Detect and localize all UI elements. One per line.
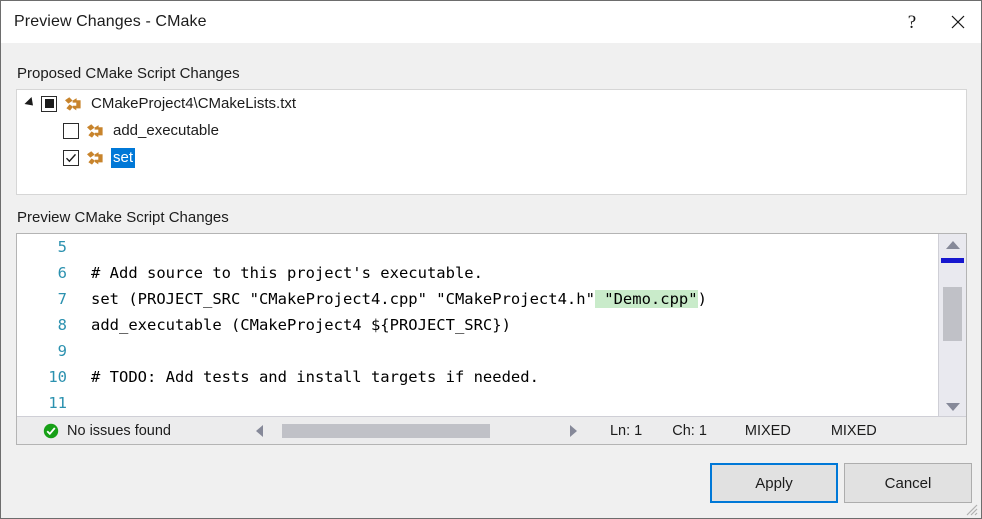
vertical-scrollbar[interactable] xyxy=(938,234,966,417)
line-number: 8 xyxy=(17,312,73,338)
chevron-right-icon xyxy=(570,425,577,437)
code-line: 6 # Add source to this project's executab… xyxy=(17,260,938,286)
preview-changes-label: Preview CMake Script Changes xyxy=(17,209,229,226)
code-line-text: set (PROJECT_SRC "CMakeProject4.cpp" "CM… xyxy=(73,286,707,312)
close-icon xyxy=(950,14,966,30)
code-text-segment: # TODO: Add tests and install targets if… xyxy=(91,368,539,386)
code-line-text: add_executable (CMakeProject4 ${PROJECT_… xyxy=(73,312,511,338)
change-marker-indicator xyxy=(941,258,964,263)
apply-button[interactable]: Apply xyxy=(710,463,838,503)
code-line-text: # Add source to this project's executabl… xyxy=(73,260,483,286)
code-line: 10 # TODO: Add tests and install targets … xyxy=(17,364,938,390)
scroll-up-button[interactable] xyxy=(939,234,966,255)
tree-item-label: add_executable xyxy=(111,121,221,141)
tree-checkbox-partial[interactable] xyxy=(41,96,57,112)
horizontal-scrollbar[interactable] xyxy=(252,422,582,440)
code-viewer[interactable]: 56 # Add source to this project's executa… xyxy=(17,234,938,417)
line-number: 6 xyxy=(17,260,73,286)
window-title: Preview Changes - CMake xyxy=(14,13,207,31)
proposed-changes-label: Proposed CMake Script Changes xyxy=(17,65,240,82)
help-button[interactable]: ? xyxy=(889,1,935,43)
cancel-button[interactable]: Cancel xyxy=(844,463,972,503)
line-number: 11 xyxy=(17,390,73,416)
no-issues-text: No issues found xyxy=(67,423,171,439)
chevron-left-icon xyxy=(256,425,263,437)
code-line: 7 set (PROJECT_SRC "CMakeProject4.cpp" "C… xyxy=(17,286,938,312)
code-text-segment: set (PROJECT_SRC "CMakeProject4.cpp" "CM… xyxy=(91,290,595,308)
code-text-segment: ) xyxy=(698,290,707,308)
caption-button-group: ? xyxy=(889,1,981,43)
tree-checkbox-unchecked[interactable] xyxy=(63,123,79,139)
resize-grip-icon[interactable] xyxy=(964,502,978,516)
tree-row[interactable]: add_executable xyxy=(17,117,966,144)
tree-row[interactable]: set xyxy=(17,144,966,171)
chevron-down-icon xyxy=(24,96,36,108)
preview-editor-panel: 56 # Add source to this project's executa… xyxy=(16,233,967,445)
tree-item-label-selected: set xyxy=(111,148,135,168)
tree-item-label: CMakeProject4\CMakeLists.txt xyxy=(89,94,298,114)
vertical-scrollbar-thumb[interactable] xyxy=(943,287,962,341)
cmake-function-icon xyxy=(86,150,105,166)
code-line: 8 add_executable (CMakeProject4 ${PROJECT… xyxy=(17,312,938,338)
preview-changes-dialog: Preview Changes - CMake ? Proposed CMake… xyxy=(0,0,982,519)
scroll-left-button[interactable] xyxy=(252,425,268,437)
line-number: 7 xyxy=(17,286,73,312)
code-line-text: # TODO: Add tests and install targets if… xyxy=(73,364,539,390)
code-text-segment: # Add source to this project's executabl… xyxy=(91,264,483,282)
title-bar: Preview Changes - CMake ? xyxy=(1,1,981,43)
encoding-indicator: MIXED xyxy=(745,423,791,439)
scroll-right-button[interactable] xyxy=(566,425,582,437)
tree-row[interactable]: CMakeProject4\CMakeLists.txt xyxy=(17,90,966,117)
code-line: 9 xyxy=(17,338,938,364)
column-indicator: Ch: 1 xyxy=(672,423,707,439)
cmake-function-icon xyxy=(86,123,105,139)
line-endings-indicator: MIXED xyxy=(831,423,877,439)
chevron-down-icon xyxy=(946,403,960,411)
expander-toggle[interactable] xyxy=(21,100,41,108)
line-number: 5 xyxy=(17,234,73,260)
horizontal-scrollbar-track[interactable] xyxy=(268,423,566,439)
line-number: 9 xyxy=(17,338,73,364)
added-text-highlight: "Demo.cpp" xyxy=(595,290,698,308)
chevron-up-icon xyxy=(946,241,960,249)
line-indicator: Ln: 1 xyxy=(610,423,642,439)
checkmark-icon xyxy=(65,152,77,164)
close-button[interactable] xyxy=(935,1,981,43)
question-mark-icon: ? xyxy=(908,13,916,32)
proposed-changes-tree[interactable]: CMakeProject4\CMakeLists.txt add_executa… xyxy=(16,89,967,195)
code-line: 5 xyxy=(17,234,938,260)
code-text-segment: add_executable (CMakeProject4 ${PROJECT_… xyxy=(91,316,511,334)
success-check-icon xyxy=(43,423,59,439)
line-number: 10 xyxy=(17,364,73,390)
horizontal-scrollbar-thumb[interactable] xyxy=(282,424,490,438)
cmake-function-icon xyxy=(64,96,83,112)
partial-check-icon xyxy=(45,99,54,108)
scroll-down-button[interactable] xyxy=(939,396,966,417)
editor-status-bar: No issues found Ln: 1 Ch: 1 MIXED MIXED xyxy=(17,416,966,444)
code-line: 11 xyxy=(17,390,938,416)
tree-checkbox-checked[interactable] xyxy=(63,150,79,166)
